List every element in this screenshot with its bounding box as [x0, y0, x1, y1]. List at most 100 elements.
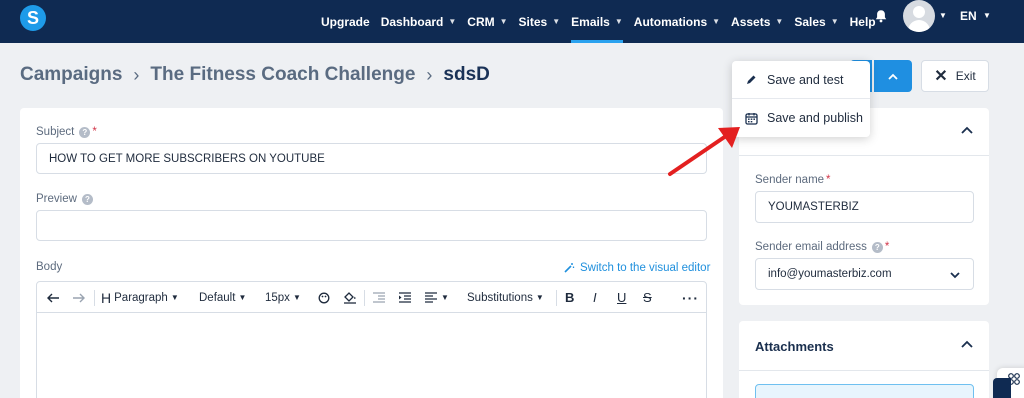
nav-item-label: Emails: [571, 14, 610, 29]
nav-item-label: Dashboard: [380, 14, 444, 29]
chevron-down-icon: ▼: [448, 17, 457, 26]
top-navigation-bar: S Upgrade Dashboard ▼ CRM ▼ Sites ▼ Emails ▼…: [0, 0, 1024, 43]
toolbar-divider: [556, 290, 557, 306]
editor-toolbar: H Paragraph ▼ Default ▼ 15px ▼ ▼ Substitutio…: [37, 282, 706, 313]
breadcrumb-item-campaigns[interactable]: Campaigns: [20, 64, 122, 86]
preview-label-text: Preview: [36, 193, 77, 205]
underline-icon: U: [617, 290, 627, 305]
outdent-icon: [373, 292, 385, 303]
nav-item-label: Upgrade: [321, 14, 370, 29]
nav-item-automations[interactable]: Automations ▼: [634, 0, 720, 43]
nav-item-crm[interactable]: CRM ▼: [467, 0, 507, 43]
preview-input[interactable]: [36, 210, 707, 241]
toolbar-divider: [364, 290, 365, 306]
avatar-body-shape: [908, 20, 930, 32]
chevron-down-icon[interactable]: ▼: [939, 11, 947, 20]
breadcrumb-item-campaign[interactable]: The Fitness Coach Challenge: [150, 64, 415, 86]
align-select[interactable]: ▼: [424, 282, 449, 313]
nav-item-help[interactable]: Help: [850, 0, 876, 43]
breadcrumb-separator: ›: [426, 64, 433, 85]
info-icon[interactable]: ?: [871, 241, 883, 253]
app-logo[interactable]: S: [20, 5, 46, 31]
background-color-button[interactable]: [343, 282, 357, 313]
required-marker: *: [92, 126, 97, 138]
substitutions-select[interactable]: Substitutions ▼: [467, 282, 544, 313]
italic-button[interactable]: I: [593, 282, 597, 313]
strikethrough-button[interactable]: S: [643, 282, 652, 313]
sender-email-select[interactable]: info@youmasterbiz.com: [755, 258, 974, 290]
chevron-down-icon: ▼: [712, 17, 721, 26]
nav-item-upgrade[interactable]: Upgrade: [321, 0, 370, 43]
save-options-toggle[interactable]: [874, 60, 912, 92]
align-left-icon: [425, 292, 437, 303]
breadcrumb-item-current: sdsD: [443, 64, 490, 85]
arrow-right-icon: [73, 293, 85, 302]
nav-item-assets[interactable]: Assets ▼: [731, 0, 783, 43]
menu-item-save-and-publish[interactable]: Save and publish: [732, 99, 870, 137]
chevron-up-icon: [961, 340, 973, 348]
bold-button[interactable]: B: [565, 282, 574, 313]
chevron-down-icon: ▼: [535, 293, 544, 302]
nav-item-sales[interactable]: Sales ▼: [794, 0, 838, 43]
more-options-button[interactable]: ···: [682, 282, 699, 313]
subject-input-value: HOW TO GET MORE SUBSCRIBERS ON YOUTUBE: [49, 152, 325, 165]
close-icon: ✕: [934, 68, 948, 85]
info-icon[interactable]: ?: [79, 126, 91, 138]
nav-item-label: Sites: [518, 14, 548, 29]
save-options-dropdown: Save and test Save and publish: [732, 61, 870, 137]
subject-input[interactable]: HOW TO GET MORE SUBSCRIBERS ON YOUTUBE: [36, 143, 707, 174]
info-icon[interactable]: ?: [81, 193, 93, 205]
italic-icon: I: [593, 290, 597, 305]
redo-button[interactable]: [72, 282, 86, 313]
attachments-info-box: [755, 384, 974, 398]
collapse-section-button[interactable]: [960, 124, 974, 138]
switch-visual-editor-link[interactable]: Switch to the visual editor: [563, 262, 710, 274]
text-color-button[interactable]: [318, 282, 330, 313]
undo-button[interactable]: [46, 282, 60, 313]
indent-button[interactable]: [398, 282, 412, 313]
menu-item-save-and-test[interactable]: Save and test: [732, 61, 870, 99]
font-family-value: Default: [199, 291, 236, 304]
sender-name-label-text: Sender name: [755, 174, 825, 186]
section-divider: [739, 155, 989, 156]
required-marker: *: [826, 174, 831, 186]
chevron-down-icon: ▼: [552, 17, 561, 26]
paragraph-format-select[interactable]: H Paragraph ▼: [101, 282, 179, 313]
chevron-down-icon: ▼: [441, 293, 449, 302]
nav-item-emails[interactable]: Emails ▼: [571, 0, 623, 43]
nav-menu: Upgrade Dashboard ▼ CRM ▼ Sites ▼ Emails ▼ A…: [321, 0, 887, 43]
section-divider: [739, 370, 989, 371]
font-size-value: 15px: [265, 291, 290, 304]
font-family-select[interactable]: Default ▼: [199, 282, 246, 313]
nav-item-label: Automations: [633, 14, 708, 29]
breadcrumb-separator: ›: [133, 64, 140, 85]
body-editor[interactable]: H Paragraph ▼ Default ▼ 15px ▼ ▼ Substitutio…: [36, 281, 707, 398]
font-size-select[interactable]: 15px ▼: [265, 282, 301, 313]
paragraph-format-value: Paragraph: [114, 291, 168, 304]
underline-button[interactable]: U: [617, 282, 626, 313]
language-selector[interactable]: EN: [960, 9, 977, 23]
chevron-down-icon[interactable]: ▼: [983, 11, 991, 20]
sender-name-input[interactable]: YOUMASTERBIZ: [755, 191, 974, 223]
sender-name-label: Sender name *: [755, 174, 831, 186]
nav-item-label: Help: [849, 14, 876, 29]
bell-icon[interactable]: [874, 9, 888, 23]
chevron-down-icon: [950, 272, 960, 279]
collapse-attachments-button[interactable]: [960, 338, 974, 352]
switch-visual-editor-label: Switch to the visual editor: [580, 262, 711, 274]
user-avatar[interactable]: [903, 0, 935, 32]
chevron-down-icon: ▼: [238, 293, 247, 302]
exit-button[interactable]: ✕ Exit: [921, 60, 989, 92]
paint-bucket-icon: [344, 292, 356, 304]
nav-item-sites[interactable]: Sites ▼: [519, 0, 561, 43]
indent-icon: [399, 292, 411, 303]
avatar-head-shape: [913, 6, 925, 18]
magic-wand-icon: [564, 263, 575, 273]
bold-icon: B: [565, 290, 575, 305]
sender-name-value: YOUMASTERBIZ: [768, 201, 859, 213]
subject-label-text: Subject: [36, 126, 75, 138]
nav-item-dashboard[interactable]: Dashboard ▼: [381, 0, 457, 43]
chevron-down-icon: ▼: [830, 17, 839, 26]
chat-widget-button[interactable]: [993, 378, 1011, 398]
outdent-button[interactable]: [372, 282, 386, 313]
